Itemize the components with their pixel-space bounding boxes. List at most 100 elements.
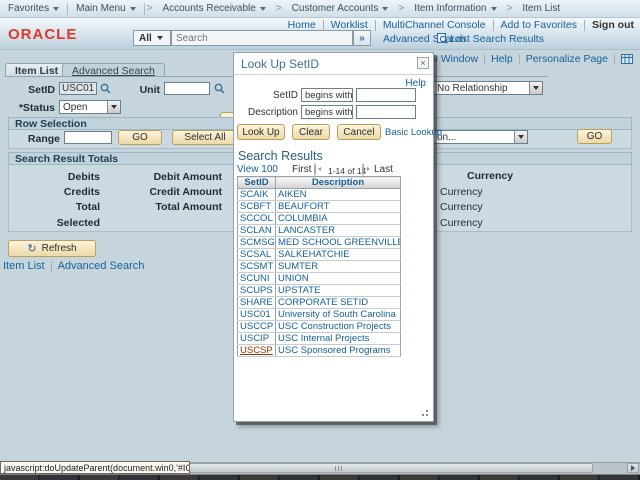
action-go-button[interactable]: GO xyxy=(577,129,612,144)
setid-link[interactable]: USCIP xyxy=(240,333,269,344)
setid-lookup-icon[interactable] xyxy=(100,83,111,94)
resize-grip[interactable] xyxy=(420,408,429,417)
chevron-down-icon xyxy=(491,7,497,11)
select-arrow-button[interactable] xyxy=(529,82,542,94)
setid-link[interactable]: SCSMT xyxy=(240,261,273,272)
description-link[interactable]: COLUMBIA xyxy=(278,213,328,224)
breadcrumb-separator: > xyxy=(396,3,406,14)
unit-field[interactable] xyxy=(164,82,210,95)
description-link[interactable]: USC Sponsored Programs xyxy=(278,345,390,356)
description-link[interactable]: USC Internal Projects xyxy=(278,333,369,344)
last-search-results-link[interactable]: Last Search Results xyxy=(450,33,544,45)
description-link[interactable]: SALKEHATCHIE xyxy=(278,249,350,260)
scrollbar-right-arrow[interactable] xyxy=(627,463,639,473)
multichannel-console-link[interactable]: MultiChannel Console xyxy=(383,19,486,31)
search-input[interactable] xyxy=(172,31,352,45)
help-link[interactable]: Help xyxy=(491,53,513,65)
description-link[interactable]: UNION xyxy=(278,273,309,284)
first-label[interactable]: First xyxy=(292,164,311,175)
footer-advanced-search-link[interactable]: Advanced Search xyxy=(58,260,145,272)
refresh-icon: ↻ xyxy=(27,242,36,255)
basic-lookup-link[interactable]: Basic Lookup xyxy=(385,127,442,138)
description-link[interactable]: UPSTATE xyxy=(278,285,320,296)
setid-link[interactable]: SCUNI xyxy=(240,273,270,284)
table-row: SCMSGMED SCHOOL GREENVILLE DEPOSIT xyxy=(238,237,401,249)
personalize-page-link[interactable]: Personalize Page xyxy=(526,53,608,65)
setid-link[interactable]: SCBFT xyxy=(240,201,271,212)
description-column-header[interactable]: Description xyxy=(276,177,401,189)
operator-value: begins with xyxy=(305,107,353,118)
breadcrumb-favorites[interactable]: Favorites xyxy=(0,3,67,14)
refresh-button[interactable]: ↻ Refresh xyxy=(8,240,96,257)
debits-label: Debits xyxy=(0,171,100,183)
setid-link[interactable]: SCUPS xyxy=(240,285,273,296)
breadcrumb-item-list: Item List xyxy=(514,3,568,14)
description-link[interactable]: BEAUFORT xyxy=(278,201,330,212)
setid-link[interactable]: SCMSG xyxy=(240,237,275,248)
description-link[interactable]: University of South Carolina xyxy=(278,309,396,320)
description-link[interactable]: SUMTER xyxy=(278,261,318,272)
description-operator-select[interactable]: begins with xyxy=(301,105,353,119)
table-row: SHARE CORPORATE SETID xyxy=(238,297,401,309)
view-100-link[interactable]: View 100 xyxy=(237,164,278,175)
description-link[interactable]: CORPORATE SETID xyxy=(278,297,368,308)
setid-criteria-row: SetID begins with xyxy=(234,88,429,102)
setid-link[interactable]: USC01 xyxy=(240,309,271,320)
search-submit-button[interactable]: » xyxy=(353,30,371,46)
cancel-button[interactable]: Cancel xyxy=(337,124,381,140)
breadcrumb-main-menu-label: Main Menu xyxy=(76,3,125,14)
setid-link[interactable]: SCAIK xyxy=(240,189,269,200)
currency-header-label: Currency xyxy=(467,170,527,182)
currency-label: Currency xyxy=(440,217,500,229)
close-icon[interactable]: × xyxy=(417,57,429,69)
sign-out-link[interactable]: Sign out xyxy=(592,19,634,31)
look-up-button[interactable]: Look Up xyxy=(237,124,285,140)
range-go-button[interactable]: GO xyxy=(118,130,162,145)
clear-button[interactable]: Clear xyxy=(292,124,330,140)
table-row: USCCP USC Construction Projects xyxy=(238,321,401,333)
description-link[interactable]: AIKEN xyxy=(278,189,307,200)
setid-link[interactable]: SCSAL xyxy=(240,249,271,260)
setid-column-header[interactable]: SetID xyxy=(238,177,276,189)
status-label: *Status xyxy=(0,102,55,114)
select-arrow-button[interactable] xyxy=(514,131,527,143)
breadcrumb-item-information[interactable]: Item Information xyxy=(406,3,504,14)
tab-advanced-search[interactable]: Advanced Search xyxy=(62,63,165,77)
breadcrumb-main-menu[interactable]: Main Menu xyxy=(68,3,143,14)
unit-label: Unit xyxy=(115,84,160,96)
last-page-icon[interactable] xyxy=(362,163,364,176)
relationship-select[interactable]: No Relationship xyxy=(433,81,543,95)
setid-link-active[interactable]: USCSP xyxy=(240,345,273,356)
setid-operator-select[interactable]: begins with xyxy=(301,88,353,102)
credits-label: Credits xyxy=(0,186,100,198)
setid-link[interactable]: SCLAN xyxy=(240,225,272,236)
range-field[interactable] xyxy=(64,131,112,144)
first-page-icon[interactable] xyxy=(314,163,316,176)
add-to-favorites-link[interactable]: Add to Favorites xyxy=(501,19,577,31)
select-all-button[interactable]: Select All xyxy=(172,130,238,145)
search-scope-select[interactable]: All xyxy=(133,30,171,46)
description-link[interactable]: LANCASTER xyxy=(278,225,335,236)
description-link[interactable]: MED SCHOOL GREENVILLE DEPOSIT xyxy=(278,237,401,248)
status-value: Open xyxy=(63,102,87,113)
chevron-down-icon xyxy=(260,7,266,11)
status-select[interactable]: Open xyxy=(59,100,121,114)
table-row: SCSAL SALKEHATCHIE xyxy=(238,249,401,261)
unit-lookup-icon[interactable] xyxy=(214,83,225,94)
setid-link[interactable]: SHARE xyxy=(240,297,273,308)
footer-item-list-link[interactable]: Item List xyxy=(3,260,45,272)
select-arrow-button[interactable] xyxy=(107,101,120,113)
table-row: SCUNI UNION xyxy=(238,273,401,285)
setid-field[interactable]: USC01 xyxy=(59,82,97,95)
personalize-grid-icon[interactable] xyxy=(621,54,633,64)
breadcrumb-customer-accounts[interactable]: Customer Accounts xyxy=(284,3,397,14)
tab-item-list[interactable]: Item List xyxy=(5,63,68,77)
description-link[interactable]: USC Construction Projects xyxy=(278,321,391,332)
breadcrumb-accounts-receivable[interactable]: Accounts Receivable xyxy=(154,3,273,14)
chevron-down-icon xyxy=(382,7,388,11)
modal-description-input[interactable] xyxy=(356,105,416,119)
setid-link[interactable]: SCCOL xyxy=(240,213,273,224)
setid-link[interactable]: USCCP xyxy=(240,321,273,332)
last-label[interactable]: Last xyxy=(374,164,393,175)
modal-setid-input[interactable] xyxy=(356,88,416,102)
